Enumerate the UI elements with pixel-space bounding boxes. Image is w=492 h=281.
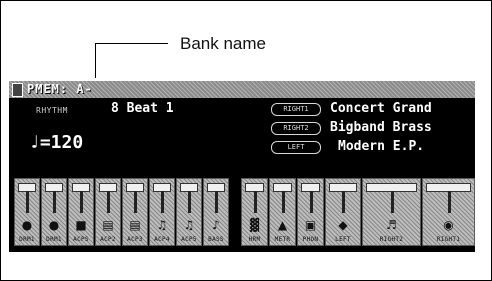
fader-stem [188, 191, 191, 213]
drum-icon: ● [48, 218, 60, 232]
mixer-channel-acp5[interactable]: ♫ ACP5 [176, 178, 202, 246]
channel-label: DRM1 [19, 236, 35, 243]
mixer-channel-drm1[interactable]: ● DRM1 [14, 178, 40, 246]
drum-kit-icon: ■ [75, 218, 87, 232]
mixer-channel-acp2[interactable]: ▤ ACP2 [95, 178, 121, 246]
channel-label: RIGHT2 [379, 236, 404, 243]
callout-leader [95, 43, 96, 78]
callout-line [95, 43, 168, 44]
fader-stem [26, 191, 29, 213]
mixer-channel-phon[interactable]: ▣ PHON [297, 178, 324, 246]
lcd-screen: PMEM: A- RHYTHM 8 Beat 1 ♩=120 RIGHT1 Co… [9, 81, 475, 252]
mixer-channel-right1[interactable]: ◉ RIGHT1 [422, 178, 475, 246]
channel-label: ACP5 [181, 236, 197, 243]
guitar-icon: ♫ [156, 218, 168, 232]
bank-name[interactable]: PMEM: A- [27, 82, 93, 96]
fader-stem [107, 191, 110, 213]
mixer-channel-metr[interactable]: ▲ METR [269, 178, 296, 246]
voice-right2[interactable]: Bigband Brass [330, 120, 432, 135]
harmony-icon: ▓ [249, 218, 260, 232]
memory-icon [12, 83, 23, 97]
bank-name-callout: Bank name [180, 34, 266, 53]
title-bar: PMEM: A- [9, 81, 475, 98]
grand-piano-icon: ◉ [443, 218, 454, 232]
channel-label: ACPS [73, 236, 89, 243]
mixer-channel-left[interactable]: ◆ LEFT [325, 178, 361, 246]
mixer-channel-acp4[interactable]: ♫ ACP4 [149, 178, 175, 246]
channel-label: LEFT [335, 236, 351, 243]
fader-stem [134, 191, 137, 213]
fader-stem [161, 191, 164, 213]
part-tag-left: LEFT [271, 141, 321, 154]
rhythm-value[interactable]: 8 Beat 1 [111, 101, 174, 116]
fader-stem [53, 191, 56, 213]
channel-label: METR [274, 236, 291, 243]
channel-label: ACP3 [127, 236, 143, 243]
keyboard-icon: ▤ [102, 218, 114, 232]
piano-left-icon: ◆ [338, 218, 348, 232]
rhythm-label: RHYTHM [36, 106, 68, 115]
channel-label: DRM1 [46, 236, 62, 243]
voice-left[interactable]: Modern E.P. [338, 139, 424, 154]
mixer-channel-right2[interactable]: ♬ RIGHT2 [362, 178, 421, 246]
fader-stem [390, 191, 394, 213]
part-tag-right2: RIGHT2 [271, 122, 321, 135]
fader-stem [80, 191, 83, 213]
tempo-display[interactable]: ♩=120 [29, 132, 83, 153]
voice-right1[interactable]: Concert Grand [330, 101, 432, 116]
keyboard-icon: ▤ [129, 218, 141, 232]
mixer-channel-drm1[interactable]: ● DRM1 [41, 178, 67, 246]
fader-stem [215, 191, 218, 213]
mixer-channel-bass[interactable]: ♪ BASS [203, 178, 229, 246]
fader-stem [253, 191, 257, 213]
part-tag-right1: RIGHT1 [271, 103, 321, 116]
fader-stem [342, 191, 345, 213]
figure: Bank name PMEM: A- RHYTHM 8 Beat 1 ♩=120… [0, 0, 492, 281]
drum-icon: ● [21, 218, 33, 232]
fader-stem [447, 191, 451, 213]
mixer-channel-acps[interactable]: ■ ACPS [68, 178, 94, 246]
fader-stem [281, 191, 285, 213]
bass-guitar-icon: ♪ [212, 218, 220, 232]
trumpet-icon: ♬ [386, 218, 397, 232]
guitar-icon: ♫ [183, 218, 195, 232]
phone-icon: ▣ [304, 218, 317, 232]
mixer-channel-hrm[interactable]: ▓ HRM [241, 178, 268, 246]
mixer-channel-acp3[interactable]: ▤ ACP3 [122, 178, 148, 246]
channel-label: BASS [208, 236, 224, 243]
channel-label: HRM [248, 236, 261, 243]
fader-stem [309, 191, 313, 213]
channel-label: ACP4 [154, 236, 170, 243]
metronome-icon: ▲ [277, 218, 288, 232]
channel-label: RIGHT1 [436, 236, 461, 243]
channel-label: ACP2 [100, 236, 116, 243]
channel-label: PHON [302, 236, 319, 243]
